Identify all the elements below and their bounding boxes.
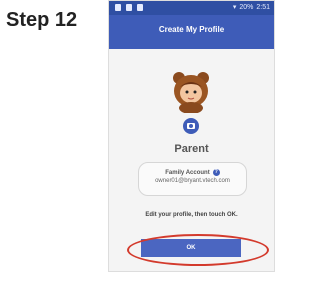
status-time: 2:51 (256, 3, 270, 11)
notification-icon (115, 4, 121, 11)
instruction-text: Edit your profile, then touch OK. (145, 212, 238, 218)
account-title: Family Account ? (139, 169, 246, 176)
page-title: Create My Profile (158, 25, 225, 34)
step-label: Step 12 (6, 9, 78, 31)
bear-avatar-icon[interactable] (172, 71, 210, 113)
battery-level: 20% (239, 3, 254, 11)
message-icon (137, 4, 143, 11)
account-label: Family Account (165, 169, 210, 176)
notification-icon (126, 4, 132, 11)
title-bar: Create My Profile (109, 15, 274, 49)
camera-icon[interactable] (183, 118, 199, 134)
account-info-box: Family Account ? owner01@bryant.vtech.co… (138, 162, 247, 196)
help-icon[interactable]: ? (212, 169, 220, 176)
wifi-icon: ▾ (232, 4, 237, 11)
status-icons-left (115, 4, 143, 11)
ok-highlight-ring (127, 234, 269, 266)
profile-name: Parent (174, 143, 209, 155)
status-bar: ▾ 20% 2:51 (109, 1, 274, 15)
phone-screen: ▾ 20% 2:51 Create My Profile Parent Fami… (108, 0, 275, 272)
status-icons-right: ▾ 20% 2:51 (232, 3, 270, 12)
account-email: owner01@bryant.vtech.com (155, 178, 230, 184)
